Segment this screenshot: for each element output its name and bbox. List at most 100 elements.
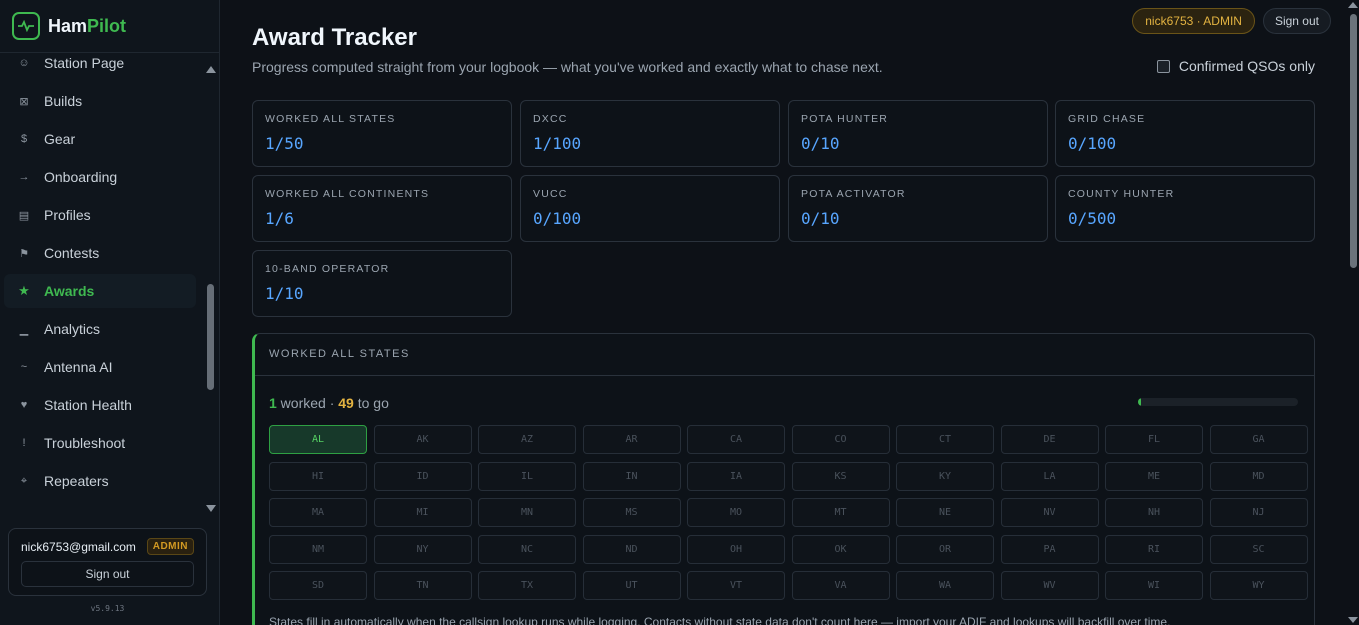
state-cell-mi[interactable]: MI	[373, 498, 472, 527]
scroll-up-arrow-icon[interactable]	[206, 66, 216, 73]
sidebar-item-antenna-ai[interactable]: ~ Antenna AI	[4, 350, 196, 384]
scroll-down-arrow-icon[interactable]	[206, 505, 216, 512]
sidebar-scrollbar[interactable]	[203, 62, 217, 516]
sidebar-item-label: Builds	[44, 93, 83, 109]
page-scroll-thumb[interactable]	[1350, 14, 1357, 268]
award-card-pota-hunter[interactable]: POTA HUNTER 0/10	[788, 100, 1048, 167]
state-cell-la[interactable]: LA	[1000, 461, 1099, 491]
state-cell-wa[interactable]: WA	[896, 571, 994, 600]
page-scroll-down-icon[interactable]	[1348, 617, 1358, 623]
state-cell-ri[interactable]: RI	[1105, 534, 1203, 564]
state-cell-ks[interactable]: KS	[791, 461, 890, 491]
state-cell-il[interactable]: IL	[478, 461, 576, 491]
state-cell-ma[interactable]: MA	[269, 498, 367, 527]
state-cell-tx[interactable]: TX	[478, 571, 576, 600]
state-cell-ct[interactable]: CT	[896, 425, 994, 454]
state-cell-ar[interactable]: AR	[582, 425, 681, 454]
sidebar-item-profiles[interactable]: ▤ Profiles	[4, 198, 196, 232]
page-scrollbar[interactable]	[1347, 0, 1359, 625]
state-cell-tn[interactable]: TN	[373, 571, 472, 600]
sidebar-item-label: Analytics	[44, 321, 101, 337]
state-cell-ky[interactable]: KY	[896, 461, 994, 491]
state-cell-wi[interactable]: WI	[1105, 571, 1203, 600]
sidebar-item-troubleshoot[interactable]: ! Troubleshoot	[4, 426, 196, 460]
award-card-pota-activator[interactable]: POTA ACTIVATOR 0/10	[788, 175, 1048, 242]
sidebar-scroll-thumb[interactable]	[207, 284, 214, 390]
state-cell-nc[interactable]: NC	[478, 534, 576, 564]
award-card-10-band[interactable]: 10-BAND OPERATOR 1/10	[252, 250, 512, 317]
sidebar-item-station-page[interactable]: ☺ Station Page	[4, 53, 196, 80]
state-cell-ut[interactable]: UT	[582, 571, 681, 600]
state-cell-ak[interactable]: AK	[373, 425, 472, 454]
state-cell-pa[interactable]: PA	[1000, 534, 1099, 564]
award-card-was[interactable]: WORKED ALL STATES 1/50	[252, 100, 512, 167]
state-cell-nh[interactable]: NH	[1105, 498, 1203, 527]
state-cell-fl[interactable]: FL	[1105, 425, 1203, 454]
state-cell-sc[interactable]: SC	[1209, 534, 1308, 564]
state-cell-sd[interactable]: SD	[269, 571, 367, 600]
state-cell-ne[interactable]: NE	[896, 498, 994, 527]
alert-icon: !	[22, 437, 26, 449]
state-cell-al[interactable]: AL	[269, 425, 367, 454]
state-cell-md[interactable]: MD	[1209, 461, 1308, 491]
state-cell-ga[interactable]: GA	[1209, 425, 1308, 454]
sidebar: HamPilot ☺ Station Page ⊠ Builds $ Gear → On…	[0, 0, 220, 625]
state-cell-nd[interactable]: ND	[582, 534, 681, 564]
award-card-county-hunter[interactable]: COUNTY HUNTER 0/500	[1055, 175, 1315, 242]
state-cell-co[interactable]: CO	[791, 425, 890, 454]
state-cell-nj[interactable]: NJ	[1209, 498, 1308, 527]
state-cell-de[interactable]: DE	[1000, 425, 1099, 454]
state-cell-id[interactable]: ID	[373, 461, 472, 491]
repeater-icon: ⌖	[20, 474, 28, 487]
worked-label: worked ·	[276, 395, 339, 411]
sidebar-item-analytics[interactable]: ▁ Analytics	[4, 312, 196, 346]
state-cell-me[interactable]: ME	[1105, 461, 1203, 491]
award-card-vucc[interactable]: VUCC 0/100	[520, 175, 780, 242]
to-go-label: to go	[353, 395, 389, 411]
sidebar-item-label: Repeaters	[44, 473, 109, 489]
state-cell-wv[interactable]: WV	[1000, 571, 1099, 600]
state-cell-ca[interactable]: CA	[687, 425, 785, 454]
state-cell-mo[interactable]: MO	[687, 498, 785, 527]
pulse-logo-icon	[12, 12, 40, 40]
sidebar-item-label: Contests	[44, 245, 100, 261]
state-cell-mn[interactable]: MN	[478, 498, 576, 527]
state-cell-mt[interactable]: MT	[791, 498, 890, 527]
award-card-dxcc[interactable]: DXCC 1/100	[520, 100, 780, 167]
sidebar-item-repeaters[interactable]: ⌖ Repeaters	[4, 464, 196, 498]
state-cell-ok[interactable]: OK	[791, 534, 890, 564]
sidebar-item-station-health[interactable]: ♥ Station Health	[4, 388, 196, 422]
admin-badge: ADMIN	[146, 538, 194, 555]
page-scroll-up-icon[interactable]	[1348, 2, 1358, 8]
sidebar-item-contests[interactable]: ⚑ Contests	[4, 236, 196, 270]
brand[interactable]: HamPilot	[12, 12, 126, 40]
state-cell-va[interactable]: VA	[791, 571, 890, 600]
state-cell-nv[interactable]: NV	[1000, 498, 1099, 527]
state-cell-oh[interactable]: OH	[687, 534, 785, 564]
state-cell-hi[interactable]: HI	[269, 461, 367, 491]
sidebar-item-gear[interactable]: $ Gear	[4, 122, 196, 156]
state-cell-vt[interactable]: VT	[687, 571, 785, 600]
sidebar-item-onboarding[interactable]: → Onboarding	[4, 160, 196, 194]
confirmed-qsos-toggle[interactable]: Confirmed QSOs only	[1156, 58, 1315, 74]
star-icon: ★	[18, 283, 30, 298]
section-note: States fill in automatically when the ca…	[269, 615, 1171, 625]
state-cell-or[interactable]: OR	[896, 534, 994, 564]
state-cell-az[interactable]: AZ	[478, 425, 576, 454]
worked-count: 1	[269, 395, 277, 411]
sidebar-item-builds[interactable]: ⊠ Builds	[4, 84, 196, 118]
state-cell-wy[interactable]: WY	[1209, 571, 1308, 600]
header-sign-out-button[interactable]: Sign out	[1262, 8, 1331, 34]
brand-name: HamPilot	[48, 16, 126, 37]
award-card-wac[interactable]: WORKED ALL CONTINENTS 1/6	[252, 175, 512, 242]
sidebar-sign-out-button[interactable]: Sign out	[21, 561, 194, 587]
state-cell-ia[interactable]: IA	[687, 461, 785, 491]
state-cell-nm[interactable]: NM	[269, 534, 367, 564]
user-pill[interactable]: nick6753 · ADMIN	[1132, 8, 1255, 34]
award-card-grid-chase[interactable]: GRID CHASE 0/100	[1055, 100, 1315, 167]
state-cell-ny[interactable]: NY	[373, 534, 472, 564]
state-cell-ms[interactable]: MS	[582, 498, 681, 527]
state-cell-in[interactable]: IN	[582, 461, 681, 491]
sidebar-item-awards[interactable]: ★ Awards	[4, 274, 196, 308]
confirmed-qsos-checkbox[interactable]	[1156, 59, 1170, 73]
